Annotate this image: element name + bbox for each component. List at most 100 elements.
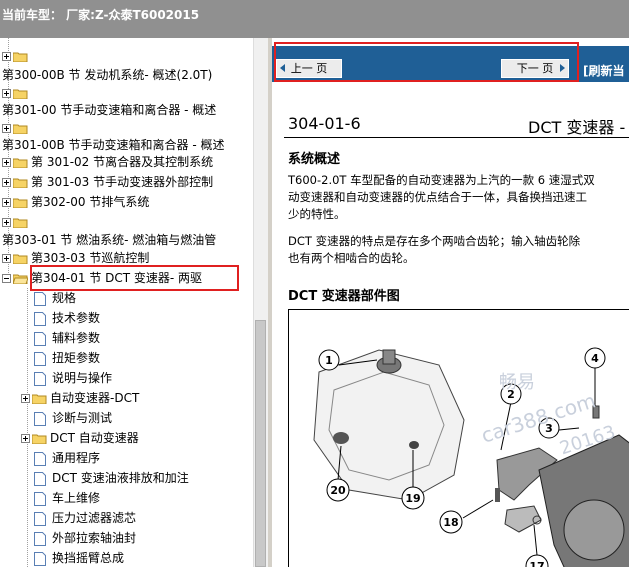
figure-title: DCT 变速器部件图 [288,289,400,304]
document-icon [34,511,46,526]
paragraph-line: 少的特性。 [288,207,346,221]
section-title: 系统概述 [288,152,341,167]
document-icon [34,331,46,346]
tree-node-label: 第302-00 节排气系统 [31,195,150,209]
tree-node-label: 第303-03 节巡航控制 [31,251,150,265]
tree-leaf-label: 诊断与测试 [52,411,113,425]
tree-node-label: 第300-00B 节 发动机系统- 概述(2.0T) [2,68,213,82]
page-number: 304-01-6 [288,114,361,133]
folder-icon [13,157,28,168]
tree-leaf-pressure-filter[interactable]: 压力过滤器滤芯 [34,508,136,528]
tree-node-label: 自动变速器-DCT [50,391,140,405]
document-title: DCT 变速器 - [528,118,626,137]
tree-leaf-diagnosis[interactable]: 诊断与测试 [34,408,112,428]
svg-text:20: 20 [330,484,346,497]
tree-node-301-03[interactable]: 第 301-03 节手动变速器外部控制 [2,172,213,192]
tree-leaf-label: 说明与操作 [52,371,113,385]
tree-leaf-tech-params[interactable]: 技术参数 [34,308,100,328]
callout-1: 1 [318,349,340,371]
tree-leaf-materials[interactable]: 辅料参数 [34,328,100,348]
tree-leaf-label: 规格 [52,291,77,305]
expand-icon[interactable] [2,198,11,207]
expand-icon[interactable] [2,158,11,167]
expand-icon[interactable] [2,254,11,263]
tree-node-auto-trans-dct[interactable]: 自动变速器-DCT [21,388,139,408]
paragraph-line: 也有两个相啮合的齿轮。 [288,251,415,265]
tree-leaf-description[interactable]: 说明与操作 [34,368,112,388]
title-divider [284,137,629,138]
document-icon [34,311,46,326]
tree-node-302-00[interactable]: 第302-00 节排气系统 [2,192,149,212]
callout-17: 17 [525,554,549,567]
svg-text:17: 17 [529,560,544,567]
document-icon [34,371,46,386]
tree-node-label: DCT 自动变速器 [50,431,139,445]
folder-icon [13,177,28,188]
tree-node-label: 第 301-02 节离合器及其控制系统 [31,155,214,169]
tree-node-label: 第 301-03 节手动变速器外部控制 [31,175,214,189]
callout-4: 4 [584,347,606,369]
tree-node-303-01[interactable]: 第303-01 节 燃油系统- 燃油箱与燃油管 [2,230,216,250]
toc-tree[interactable]: 第300-00B 节 发动机系统- 概述(2.0T) 第301-00 节手动变速… [0,38,253,567]
document-icon [34,411,46,426]
tree-leaf-torque[interactable]: 扭矩参数 [34,348,100,368]
folder-icon [32,393,47,404]
folder-icon [32,433,47,444]
expand-icon[interactable] [2,89,11,98]
folder-icon [13,217,28,228]
folder-icon [13,88,28,99]
tree-node-301-02[interactable]: 第 301-02 节离合器及其控制系统 [2,152,213,172]
expand-icon[interactable] [2,178,11,187]
paragraph-line: DCT 变速器的特点是存在多个两啮合齿轮；输入轴齿轮除 [288,234,581,248]
highlight-box-nav [274,42,579,82]
paragraph-line: T600-2.0T 车型配备的自动变速器为上汽的一款 6 速湿式双 [288,173,595,187]
tree-node-collapsed[interactable] [2,212,31,232]
tree-leaf-dct-fluid[interactable]: DCT 变速油液排放和加注 [34,468,189,488]
callout-20: 20 [326,478,350,502]
tree-leaf-specs[interactable]: 规格 [34,288,76,308]
tree-node-301-00[interactable]: 第301-00 节手动变速箱和离合器 - 概述 [2,100,216,120]
tree-leaf-label: 扭矩参数 [52,351,101,365]
tree-leaf-label: 辅料参数 [52,331,101,345]
tree-leaf-cable-seal[interactable]: 外部拉索轴油封 [34,528,136,548]
exploded-view-figure: 1 2 3 4 20 19 18 17 畅易 car388.com 20163 [288,309,629,567]
expand-icon[interactable] [21,434,30,443]
document-icon [34,471,46,486]
svg-text:18: 18 [443,516,458,529]
document-icon [34,531,46,546]
callout-19: 19 [401,486,425,510]
document-icon [34,351,46,366]
tree-node-label: 第301-00B 节手动变速箱和离合器 - 概述 [2,138,225,152]
tree-leaf-shift-arm[interactable]: 换挡摇臂总成 [34,548,124,567]
open-folder-icon [13,273,28,284]
tree-node-label: 第303-01 节 燃油系统- 燃油箱与燃油管 [2,233,217,247]
folder-icon [13,51,28,62]
tree-leaf-onvehicle-repair[interactable]: 车上维修 [34,488,100,508]
tree-node-300-00b[interactable]: 第300-00B 节 发动机系统- 概述(2.0T) [2,65,212,85]
tree-leaf-label: DCT 变速油液排放和加注 [52,471,189,485]
folder-icon [13,197,28,208]
document-icon [34,291,46,306]
expand-icon[interactable] [2,124,11,133]
expand-icon[interactable] [21,394,30,403]
document-icon [34,451,46,466]
expand-icon[interactable] [2,218,11,227]
document-pane: 上一 页 下一 页 [刷新当 304-01-6 DCT 变速器 - 系统概述 T… [272,38,629,567]
svg-text:1: 1 [325,354,333,367]
refresh-link[interactable]: [刷新当 [583,62,625,79]
tree-leaf-general-procedures[interactable]: 通用程序 [34,448,100,468]
tree-node-label: 第301-00 节手动变速箱和离合器 - 概述 [2,103,217,117]
paragraph-line: 动变速器和自动变速器的优点结合于一体，具备换挡迅速工 [288,190,587,204]
watermark-line: 畅易 [499,372,535,393]
expand-icon[interactable] [2,52,11,61]
tree-node-collapsed[interactable] [2,46,31,66]
folder-icon [13,123,28,134]
tree-leaf-label: 车上维修 [52,491,101,505]
tree-leaf-label: 通用程序 [52,451,101,465]
tree-node-dct-auto-trans[interactable]: DCT 自动变速器 [21,428,139,448]
car-model-label: 当前车型： 厂家:Z-众泰T6002015 [2,8,200,22]
tree-scrollbar-thumb[interactable] [255,320,266,567]
tree-leaf-label: 外部拉索轴油封 [52,531,137,545]
svg-text:19: 19 [405,492,420,505]
collapse-icon[interactable] [2,274,11,283]
